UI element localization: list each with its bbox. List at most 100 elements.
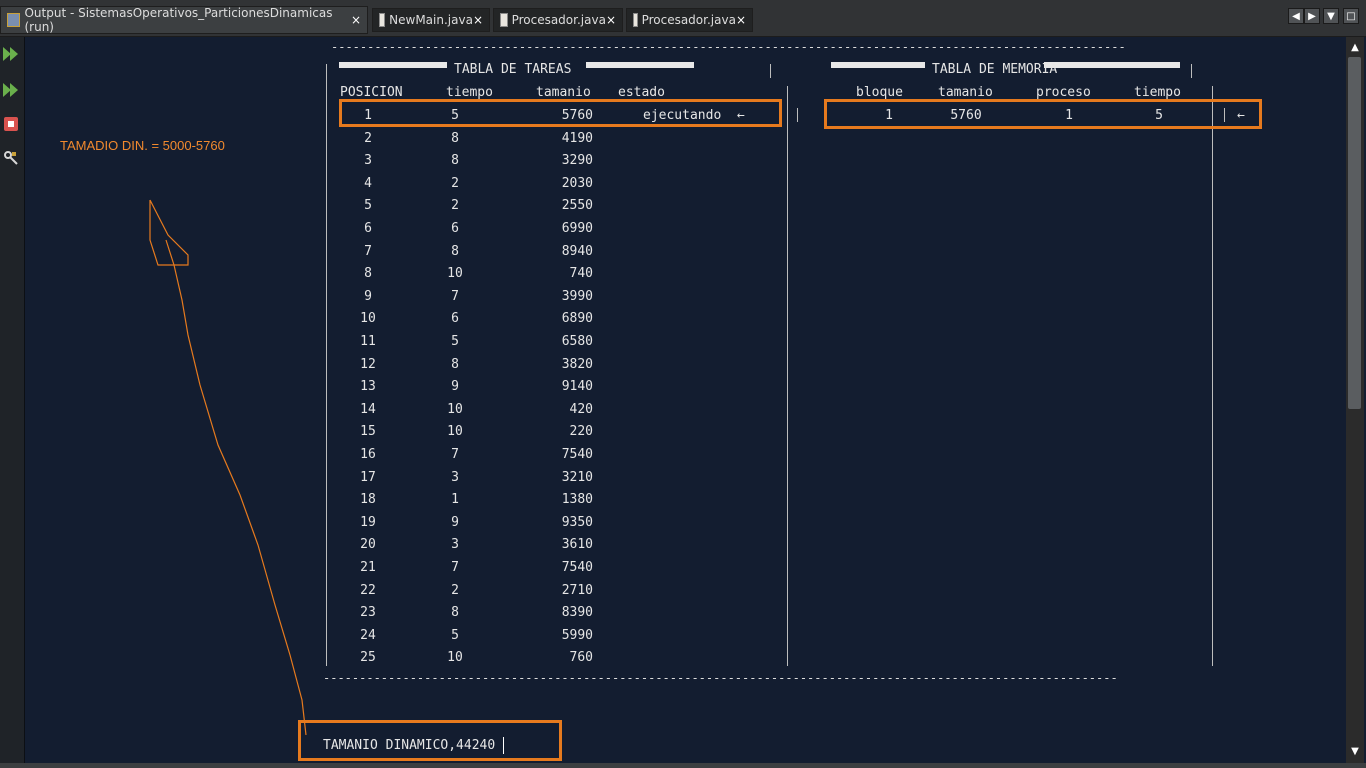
task-tamanio: 8940: [561, 243, 593, 259]
tab-procesador-label: Procesador.java: [511, 13, 606, 27]
close-icon[interactable]: ×: [473, 13, 483, 27]
task-tamanio: 2030: [561, 175, 593, 191]
stop-icon[interactable]: [2, 115, 20, 133]
task-tamanio: 3610: [561, 537, 593, 553]
tab-output-label: Output - SistemasOperativos_ParticionesD…: [24, 6, 333, 34]
tab-output[interactable]: Output - SistemasOperativos_ParticionesD…: [0, 6, 368, 34]
tab-procesador-java-2[interactable]: Procesador.java ×: [626, 8, 753, 32]
scroll-tabs-right-icon[interactable]: ▶: [1304, 8, 1320, 24]
memoria-column-header: tamanio: [938, 85, 993, 100]
table-border: [787, 86, 789, 666]
task-tiempo: 7: [451, 560, 459, 575]
vertical-scrollbar[interactable]: ▲ ▼: [1346, 37, 1364, 763]
editor-tab-bar: Output - SistemasOperativos_ParticionesD…: [0, 0, 1366, 37]
scroll-up-icon[interactable]: ▲: [1347, 39, 1363, 55]
task-position: 20: [360, 537, 376, 553]
task-position: 25: [360, 650, 376, 666]
settings-icon[interactable]: [2, 149, 20, 167]
task-tamanio: 2550: [561, 198, 593, 214]
task-tamanio: 7540: [561, 560, 593, 575]
task-tiempo: 5: [451, 627, 459, 643]
task-tiempo: 7: [451, 447, 459, 462]
output-icon: [7, 13, 21, 27]
task-position: 15: [360, 424, 376, 440]
task-tamanio: 1380: [561, 492, 593, 508]
task-tamanio: 3210: [561, 469, 593, 485]
task-position: 7: [364, 243, 372, 259]
java-file-icon: [633, 13, 638, 27]
status-strip: [0, 763, 1366, 768]
task-position: 23: [360, 605, 376, 621]
task-tiempo: 9: [451, 379, 459, 395]
task-tiempo: 2: [451, 175, 459, 191]
task-tamanio: 4190: [561, 130, 593, 146]
table-border: [1212, 86, 1214, 666]
task-tiempo: 8: [451, 243, 459, 259]
tab-newmain-java[interactable]: NewMain.java ×: [372, 8, 490, 32]
separator-top: ----------------------------------------…: [331, 40, 1126, 54]
close-icon[interactable]: ×: [351, 13, 361, 27]
task-tamanio: 6890: [561, 311, 593, 327]
task-tamanio: 760: [569, 650, 593, 666]
annotation-arrow: [149, 199, 307, 735]
task-position: 19: [360, 514, 376, 530]
task-tamanio: 2710: [561, 582, 593, 598]
task-tiempo: 2: [451, 198, 459, 214]
task-tiempo: 8: [451, 130, 459, 146]
task-position: 24: [360, 627, 376, 643]
task-tamanio: 3290: [561, 153, 593, 169]
title-bar-decoration: [586, 62, 694, 68]
task-position: 14: [360, 401, 376, 417]
task-tiempo: 8: [451, 356, 459, 372]
task-tiempo: 3: [451, 537, 459, 553]
task-tiempo: 2: [451, 582, 459, 598]
task-position: 10: [360, 311, 376, 327]
task-tamanio: 420: [569, 401, 593, 417]
table-border: [1191, 64, 1193, 78]
task-position: 5: [364, 198, 372, 214]
task-tamanio: 9140: [561, 379, 593, 395]
task-tiempo: 5: [451, 334, 459, 349]
scrollbar-thumb[interactable]: [1348, 57, 1361, 409]
rerun-icon[interactable]: [2, 45, 20, 63]
memoria-column-header: tiempo: [1134, 85, 1181, 100]
task-tamanio: 6990: [561, 221, 593, 236]
java-file-icon: [500, 13, 508, 27]
tareas-column-header: estado: [618, 85, 665, 100]
tab-newmain-label: NewMain.java: [389, 13, 473, 27]
task-tamanio: 8390: [561, 605, 593, 621]
task-tamanio: 3820: [561, 356, 593, 372]
task-tiempo: 8: [451, 153, 459, 169]
task-position: 12: [360, 356, 376, 372]
task-position: 3: [364, 153, 372, 169]
highlight-final-line: [298, 720, 562, 761]
task-tiempo: 10: [447, 401, 463, 417]
task-tamanio: 9350: [561, 514, 593, 530]
task-tiempo: 1: [451, 492, 459, 508]
scroll-down-icon[interactable]: ▼: [1347, 743, 1363, 759]
title-bar-decoration: [339, 62, 447, 68]
task-position: 8: [364, 266, 372, 282]
task-position: 13: [360, 379, 376, 395]
tab-procesador-java[interactable]: Procesador.java ×: [493, 8, 623, 32]
task-position: 11: [360, 334, 376, 349]
task-tamanio: 3990: [561, 288, 593, 304]
task-tiempo: 9: [451, 514, 459, 530]
task-tiempo: 10: [447, 650, 463, 666]
tab-list-dropdown-icon[interactable]: ▼: [1323, 8, 1339, 24]
task-tamanio: 6580: [561, 334, 593, 349]
task-tiempo: 7: [451, 288, 459, 304]
rerun-different-icon[interactable]: [2, 81, 20, 99]
task-position: 16: [360, 447, 376, 462]
task-position: 21: [360, 560, 376, 575]
output-toolbar: [0, 37, 25, 768]
separator-bottom: ----------------------------------------…: [323, 671, 1118, 685]
close-icon[interactable]: ×: [736, 13, 746, 27]
memoria-column-header: proceso: [1036, 85, 1091, 100]
close-icon[interactable]: ×: [606, 13, 616, 27]
highlight-task-row-1: [339, 99, 782, 127]
task-position: 6: [364, 221, 372, 236]
scroll-tabs-left-icon[interactable]: ◀: [1288, 8, 1304, 24]
maximize-window-icon[interactable]: □: [1343, 8, 1359, 24]
memoria-title: TABLA DE MEMORIA: [932, 62, 1058, 77]
